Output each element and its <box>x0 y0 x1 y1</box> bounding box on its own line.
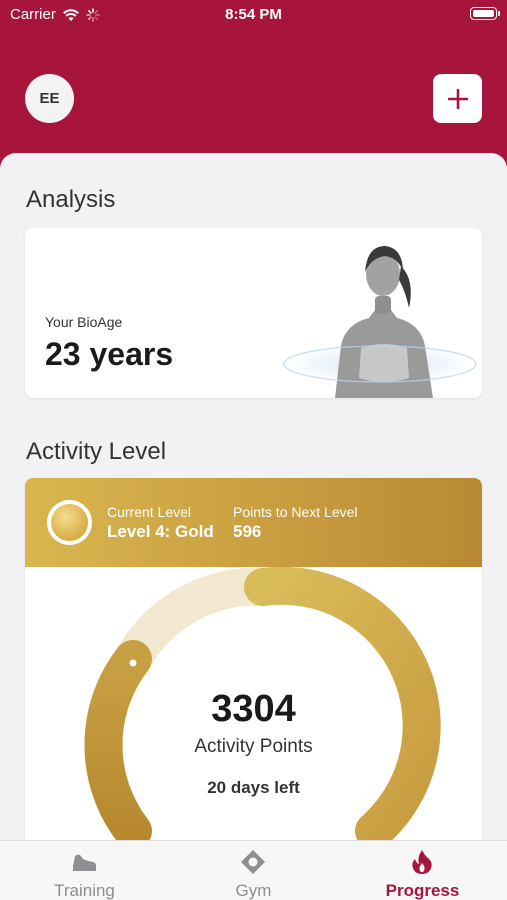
battery-icon <box>470 7 500 20</box>
shoe-icon <box>73 854 96 871</box>
current-level-value: Level 4: Gold <box>107 522 214 541</box>
activity-points-label: Activity Points <box>194 736 313 757</box>
current-level-label: Current Level <box>107 504 192 520</box>
body-figure-image <box>283 246 477 398</box>
avatar[interactable]: EE <box>25 74 74 123</box>
ring-track <box>114 567 282 678</box>
gold-medal-icon <box>47 500 92 545</box>
tab-progress-label: Progress <box>385 881 460 900</box>
tab-training[interactable]: Training <box>0 841 169 900</box>
activity-points-value: 3304 <box>211 688 296 730</box>
points-next-level: Points to Next Level 596 <box>233 504 358 542</box>
bioage-label: Your BioAge <box>45 314 123 330</box>
status-bar: Carrier 8:54 PM <box>0 0 507 30</box>
tab-gym-label: Gym <box>235 881 272 900</box>
analysis-title: Analysis <box>26 186 116 213</box>
tab-training-label: Training <box>54 881 115 900</box>
location-pin-icon <box>241 850 265 874</box>
points-next-value: 596 <box>233 522 262 541</box>
header: Carrier 8:54 PM EE <box>0 0 507 175</box>
activity-title: Activity Level <box>26 438 167 465</box>
current-level: Current Level Level 4: Gold <box>107 504 214 542</box>
add-button[interactable] <box>433 74 482 123</box>
tab-bar: Training Gym Progress <box>0 840 507 900</box>
bioage-card[interactable]: Your BioAge 23 years <box>25 228 482 398</box>
bioage-value: 23 years <box>45 336 174 372</box>
tab-progress[interactable]: Progress <box>338 841 507 900</box>
ring-start-dot <box>129 659 137 667</box>
points-next-label: Points to Next Level <box>233 504 358 520</box>
tab-gym[interactable]: Gym <box>169 841 338 900</box>
flame-icon <box>412 850 432 874</box>
plus-icon <box>447 88 468 109</box>
days-left: 20 days left <box>207 778 300 797</box>
activity-card[interactable]: Current Level Level 4: Gold Points to Ne… <box>25 478 482 858</box>
status-time: 8:54 PM <box>225 6 282 23</box>
level-banner: Current Level Level 4: Gold Points to Ne… <box>25 478 482 567</box>
